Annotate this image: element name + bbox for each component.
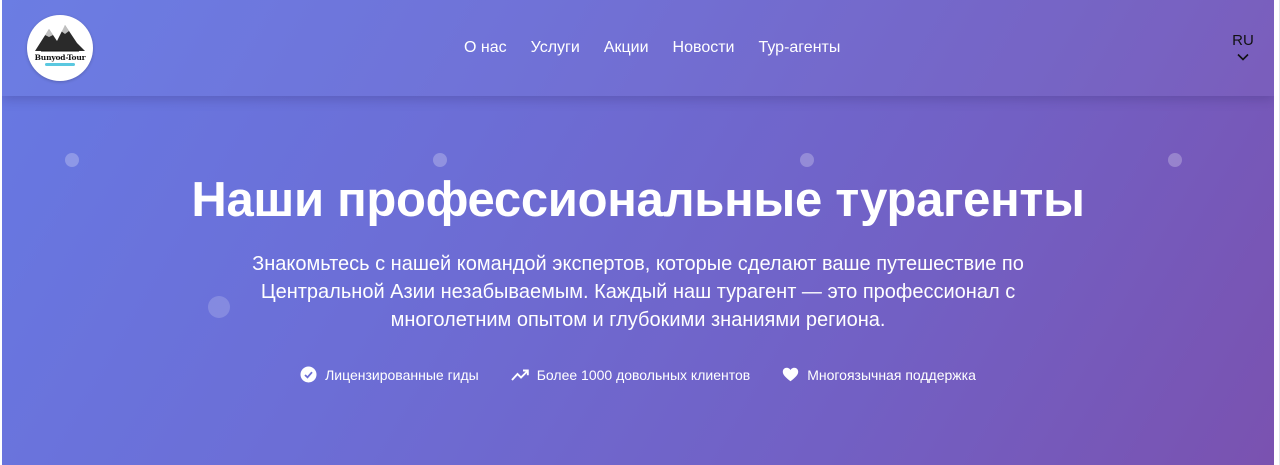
page-title: Наши профессиональные турагенты <box>191 173 1085 227</box>
check-badge-icon <box>300 366 317 383</box>
hero-section: Bunyod-Tour О нас Услуги Акции Новости Т… <box>2 0 1274 465</box>
heart-icon <box>783 367 799 382</box>
nav-link-promotions[interactable]: Акции <box>604 39 649 57</box>
chevron-down-icon <box>1237 53 1249 61</box>
logo-link[interactable]: Bunyod-Tour <box>27 15 93 81</box>
trend-up-icon <box>511 369 529 381</box>
feature-label: Более 1000 довольных клиентов <box>536 366 751 383</box>
feature-item: Более 1000 довольных клиентов <box>511 366 750 383</box>
feature-label: Лицензированные гиды <box>325 366 479 383</box>
feature-list: Лицензированные гиды Более 1000 довольны… <box>2 366 1274 383</box>
nav-link-news[interactable]: Новости <box>673 39 735 57</box>
logo-text: Bunyod-Tour <box>34 53 86 62</box>
language-label: RU <box>1232 32 1254 49</box>
decorative-dot <box>208 296 230 318</box>
main-nav: О нас Услуги Акции Новости Тур-агенты <box>464 39 840 57</box>
nav-link-about[interactable]: О нас <box>464 39 507 57</box>
site-header: Bunyod-Tour О нас Услуги Акции Новости Т… <box>2 0 1274 96</box>
language-selector[interactable]: RU <box>1232 32 1254 61</box>
decorative-dot <box>433 153 447 167</box>
feature-item: Многоязычная поддержка <box>782 366 976 383</box>
nav-link-tour-agents[interactable]: Тур-агенты <box>758 39 840 57</box>
decorative-dot <box>1168 153 1182 167</box>
decorative-dot <box>800 153 814 167</box>
page: Bunyod-Tour О нас Услуги Акции Новости Т… <box>0 0 1280 465</box>
hero-subtitle: Знакомьтесь с нашей командой экспертов, … <box>252 253 1024 331</box>
mountain-logo-icon <box>35 25 85 66</box>
nav-link-services[interactable]: Услуги <box>531 39 580 57</box>
feature-label: Многоязычная поддержка <box>807 366 976 383</box>
decorative-dot <box>65 153 79 167</box>
feature-item: Лицензированные гиды <box>300 366 479 383</box>
